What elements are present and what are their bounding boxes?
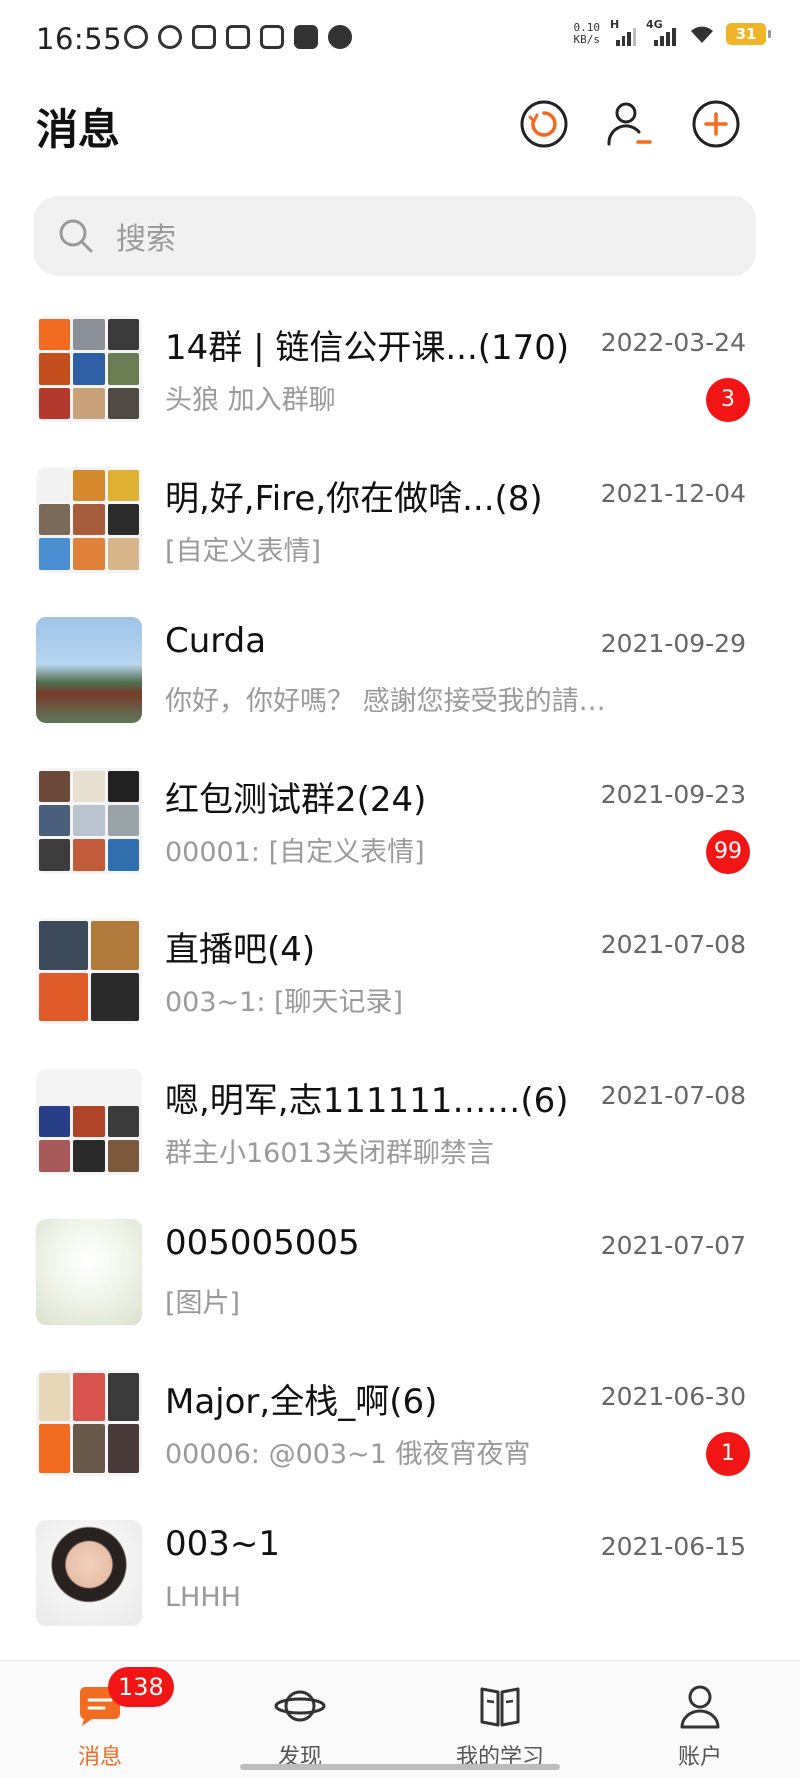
conversation-preview: 群主小16013关闭群聊禁言 [165,1137,494,1169]
search-placeholder: 搜索 [116,222,176,257]
conversation-preview: 你好，你好嗎？ 感謝您接受我的請… [165,686,606,717]
conversation-name: 嗯,明军,志111111……(6) [165,1080,569,1121]
unread-badge: 1 [706,1431,750,1476]
conversation-date: 2021-06-30 [600,1381,746,1411]
refresh-button[interactable] [514,94,574,154]
battery-icon: 31 [726,23,771,45]
chat-bubble-icon [328,25,352,49]
conversation-item[interactable]: 嗯,明军,志111111……(6) 2021-07-08 群主小16013关闭群… [0,1049,800,1200]
conversation-item[interactable]: 14群 | 链信公开课...(170) 2022-03-24 头狼 加入群聊 3 [0,296,800,447]
signal-4g-icon: 4G [646,18,678,46]
search-app-icon [226,25,250,49]
conversation-preview: 00001: [自定义表情] [165,836,425,868]
home-indicator[interactable] [240,1764,560,1770]
contacts-icon [607,102,652,146]
conversation-preview: [自定义表情] [165,535,322,567]
group-avatar [36,1068,142,1175]
status-right: 0.10 KB/s H 4G 31 [573,18,771,46]
conversation-item[interactable]: Curda 2021-09-29 你好，你好嗎？ 感謝您接受我的請… [0,597,800,748]
tab-label: 消息 [77,1745,122,1770]
page-title: 消息 [36,105,121,154]
wechat-icon [158,25,182,49]
conversation-preview: 00006: @003~1 俄夜宵夜宵 [165,1438,531,1470]
conversation-item[interactable]: 红包测试群2(24) 2021-09-23 00001: [自定义表情] 99 [0,748,800,899]
conversation-name: Major,全栈_啊(6) [165,1381,438,1422]
book-icon [480,1687,520,1727]
person-icon [680,1685,720,1729]
notification-app-icon [124,25,148,49]
tab-my-learning[interactable]: 我的学习 [400,1661,600,1778]
tab-bar: 消息 138 发现 我的学习 账户 [0,1660,800,1778]
conversation-date: 2021-12-04 [600,478,746,508]
user-avatar [36,1219,142,1325]
contacts-button[interactable] [600,94,660,154]
header: 消息 [0,78,800,188]
refresh-circle-icon [520,100,568,148]
search-bar[interactable]: 搜索 [34,196,756,276]
conversation-name: 红包测试群2(24) [165,779,427,820]
tab-discover[interactable]: 发现 [200,1661,400,1778]
tab-messages[interactable]: 消息 138 [0,1661,200,1778]
conversation-item[interactable]: 明,好,Fire,你在做啥...(8) 2021-12-04 [自定义表情] [0,447,800,598]
conversation-date: 2021-09-23 [600,779,746,809]
conversation-date: 2021-07-08 [600,1080,746,1110]
search-icon [59,219,93,253]
tab-label: 账户 [677,1745,722,1770]
conversation-preview: [图片] [165,1288,241,1319]
network-speed: 0.10 KB/s [573,21,601,46]
group-avatar [36,918,142,1024]
tab-account[interactable]: 账户 [600,1661,800,1778]
conversation-item[interactable]: Major,全栈_啊(6) 2021-06-30 00006: @003~1 俄… [0,1350,800,1501]
conversation-date: 2021-07-07 [600,1231,746,1260]
user-avatar [36,1520,142,1626]
mail-icon [260,25,284,49]
conversation-preview: 003~1: [聊天记录] [165,987,404,1018]
group-avatar [36,767,142,874]
conversation-date: 2021-07-08 [600,930,746,959]
conversation-item[interactable]: 003~1 2021-06-15 LHHH [0,1500,800,1651]
conversation-item[interactable]: 005005005 2021-07-07 [图片] [0,1199,800,1350]
conversation-date: 2022-03-24 [600,328,746,357]
status-time: 16:55 [36,22,123,56]
conversation-preview: LHHH [165,1582,241,1613]
inbox-icon [294,25,318,49]
conversation-name: 003~1 [165,1524,281,1564]
unread-badge: 3 [706,378,750,422]
group-avatar [36,316,142,422]
group-avatar [36,1369,142,1476]
conversation-name: 直播吧(4) [165,930,316,970]
conversation-name: 明,好,Fire,你在做啥...(8) [165,478,543,519]
conversation-preview: 头狼 加入群聊 [165,385,336,416]
add-circle-icon [692,100,740,148]
conversation-name: Curda [165,621,267,661]
conversation-date: 2021-06-15 [600,1532,746,1561]
user-avatar [36,617,142,723]
conversation-list: 14群 | 链信公开课...(170) 2022-03-24 头狼 加入群聊 3… [0,296,800,1651]
conversation-name: 005005005 [165,1223,360,1263]
conversation-date: 2021-09-29 [600,629,746,658]
notification-icons [124,25,352,49]
tiktok-icon [192,25,216,49]
group-avatar [36,466,142,573]
conversation-item[interactable]: 直播吧(4) 2021-07-08 003~1: [聊天记录] [0,898,800,1049]
wifi-icon [691,26,713,43]
conversation-name: 14群 | 链信公开课...(170) [165,328,570,368]
unread-badge: 99 [706,829,750,874]
planet-icon [274,1690,326,1722]
status-bar: 16:55 0.10 KB/s H 4G 31 [0,0,800,78]
unread-total-badge: 138 [108,1667,174,1707]
signal-h-icon: H [610,18,636,46]
add-button[interactable] [686,94,746,154]
